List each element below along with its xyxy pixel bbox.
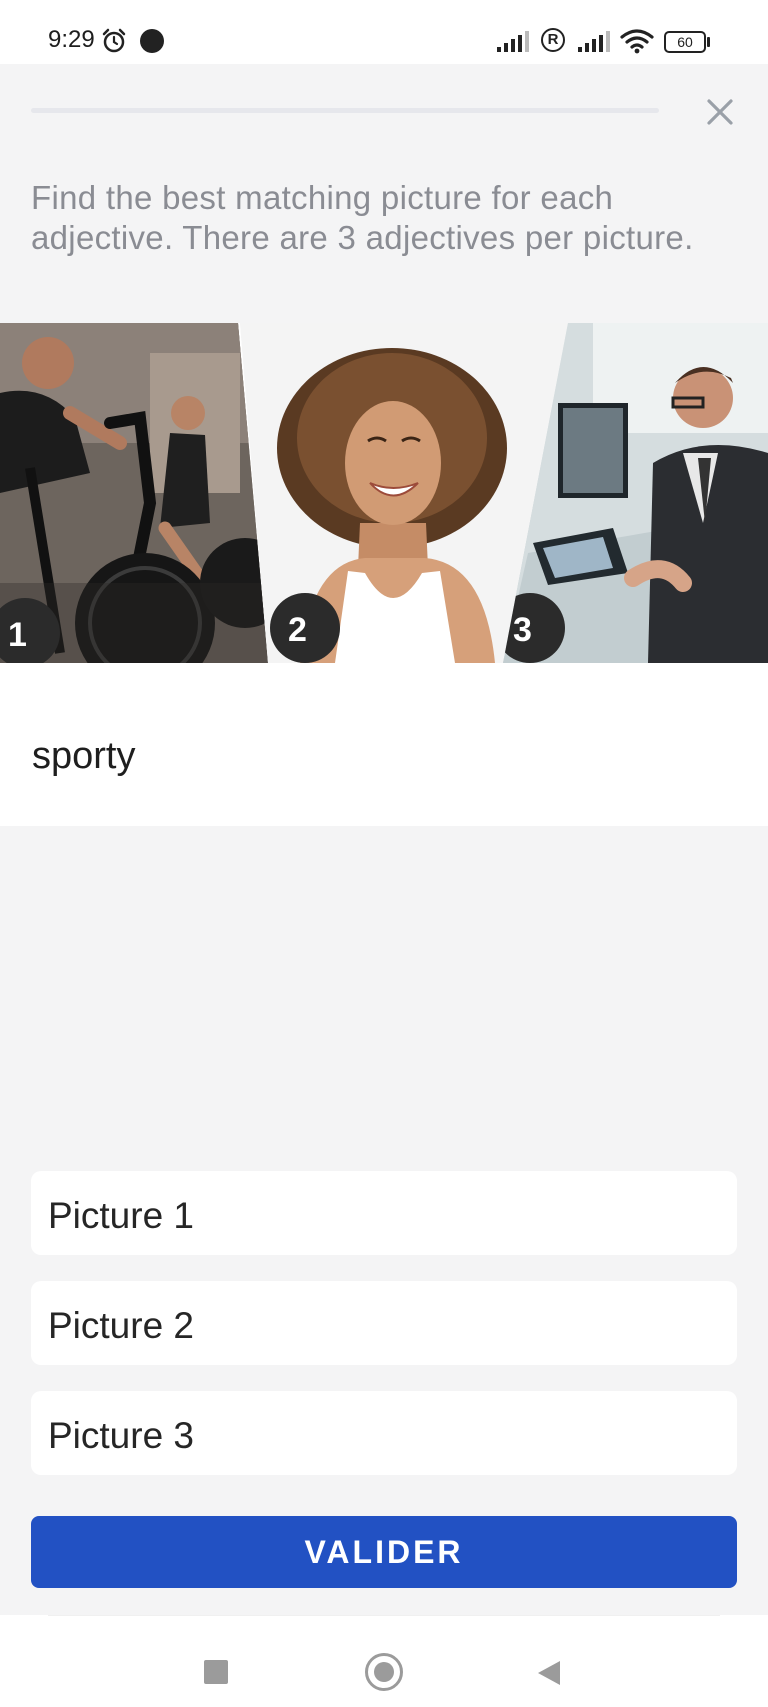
picture-strip: 1 2 3: [0, 323, 768, 663]
signal-icon: [578, 31, 610, 52]
wifi-icon: [620, 29, 654, 54]
home-icon-inner: [374, 1662, 394, 1682]
battery-icon: 60: [664, 31, 710, 53]
picture-3-number: 3: [513, 611, 532, 649]
option-picture-2[interactable]: Picture 2: [31, 1281, 737, 1365]
validate-button[interactable]: VALIDER: [31, 1516, 737, 1588]
picture-1-number: 1: [8, 616, 27, 654]
registered-icon: R: [541, 28, 565, 52]
back-icon[interactable]: [536, 1659, 562, 1687]
recent-apps-icon[interactable]: [204, 1660, 228, 1684]
status-time: 9:29: [48, 26, 95, 53]
battery-level: 60: [664, 31, 706, 53]
picture-2-number: 2: [288, 611, 307, 649]
instructions-text: Find the best matching picture for each …: [31, 179, 694, 256]
home-icon[interactable]: [365, 1653, 403, 1691]
option-picture-1[interactable]: Picture 1: [31, 1171, 737, 1255]
exercise-header: Find the best matching picture for each …: [0, 64, 768, 292]
progress-bar: [31, 108, 659, 113]
option-picture-3[interactable]: Picture 3: [31, 1391, 737, 1475]
option-label: Picture 3: [48, 1415, 195, 1456]
picture-1: 1: [0, 323, 268, 663]
system-nav-bar: [0, 1615, 768, 1707]
signal-icon: [497, 31, 529, 52]
option-label: Picture 1: [48, 1195, 195, 1236]
adjective-card: sporty: [0, 663, 768, 826]
notification-dot-icon: [140, 29, 164, 53]
picture-2-badge: 2: [270, 593, 340, 663]
alarm-icon: [102, 28, 126, 53]
nav-divider: [48, 1615, 720, 1616]
battery-tip: [707, 37, 710, 47]
adjective-text: sporty: [32, 735, 136, 777]
close-icon[interactable]: [700, 92, 740, 132]
option-label: Picture 2: [48, 1305, 195, 1346]
status-bar: 9:29 R 60: [0, 0, 768, 64]
